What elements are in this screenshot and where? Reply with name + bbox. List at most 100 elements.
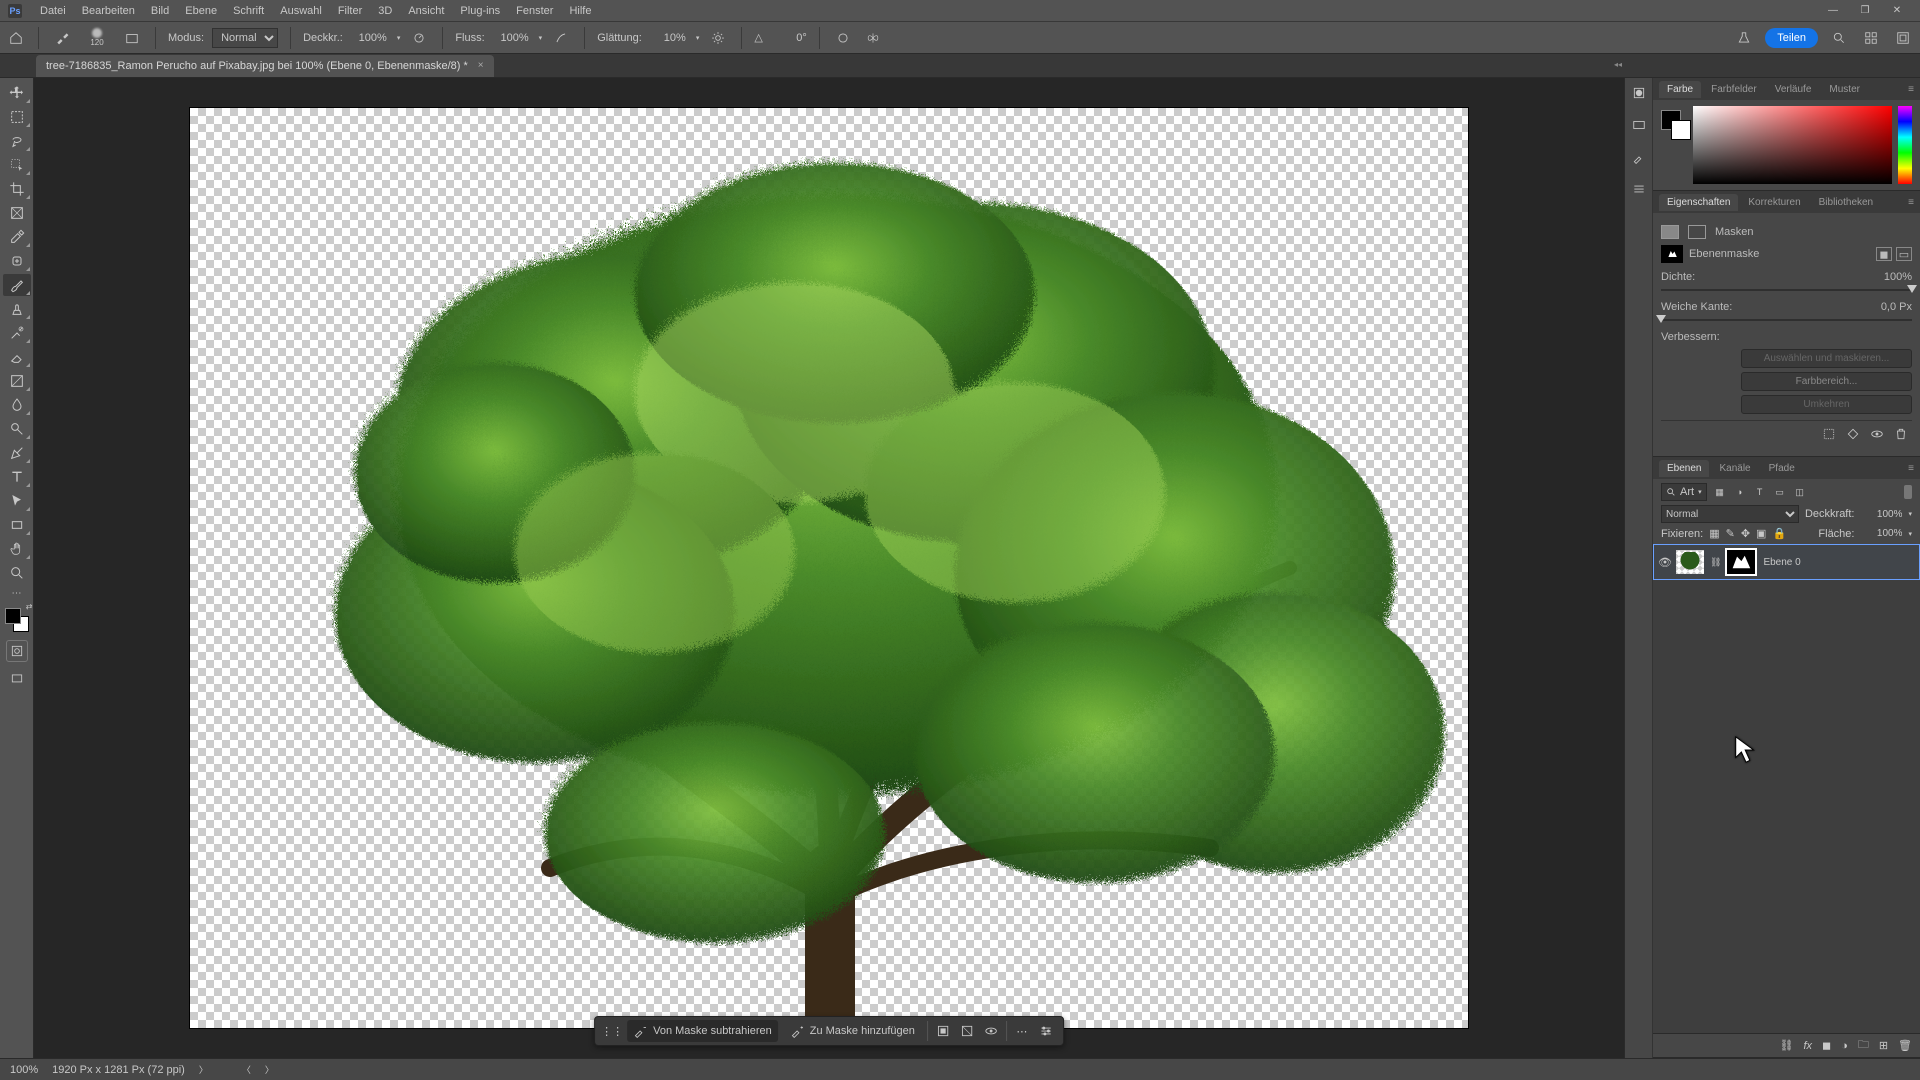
tab-kanaele[interactable]: Kanäle — [1711, 460, 1758, 477]
foreground-color-swatch[interactable] — [5, 608, 21, 624]
select-and-mask-button[interactable]: Auswählen und maskieren... — [1741, 349, 1912, 368]
opacity-pressure-button[interactable] — [408, 27, 430, 49]
mask-invert-button[interactable] — [958, 1022, 976, 1040]
tab-pfade[interactable]: Pfade — [1761, 460, 1803, 477]
grip-icon[interactable]: ⋮⋮ — [603, 1022, 621, 1040]
vector-mask-icon[interactable] — [1688, 225, 1706, 239]
apply-mask-icon[interactable] — [1846, 427, 1860, 444]
blur-tool[interactable] — [3, 394, 31, 416]
menu-bearbeiten[interactable]: Bearbeiten — [74, 5, 143, 17]
filter-adjustment-icon[interactable]: ◑ — [1733, 485, 1747, 499]
tab-muster[interactable]: Muster — [1821, 81, 1868, 98]
layer-filter-toggle[interactable] — [1904, 485, 1912, 499]
menu-hilfe[interactable]: Hilfe — [561, 5, 599, 17]
size-pressure-button[interactable] — [832, 27, 854, 49]
mask-overlay-toggle[interactable] — [934, 1022, 952, 1040]
menu-plugins[interactable]: Plug-ins — [452, 5, 508, 17]
symmetry-button[interactable] — [862, 27, 884, 49]
invert-button[interactable]: Umkehren — [1741, 395, 1912, 414]
dock-icon-2[interactable] — [1630, 116, 1648, 134]
filter-pixel-icon[interactable]: ▦ — [1713, 485, 1727, 499]
color-fg-bg-swatches[interactable] — [1661, 106, 1687, 184]
toolbar-settings-button[interactable] — [1037, 1022, 1055, 1040]
opacity-value[interactable]: 100% — [351, 32, 387, 44]
dock-icon-1[interactable] — [1630, 84, 1648, 102]
filter-type-icon[interactable]: T — [1753, 485, 1767, 499]
density-value[interactable]: 100% — [1884, 271, 1912, 283]
quick-mask-toggle[interactable] — [6, 640, 28, 662]
link-layers-icon[interactable]: ⛓ — [1779, 1039, 1793, 1052]
share-button[interactable]: Teilen — [1765, 28, 1818, 48]
quick-selection-tool[interactable] — [3, 154, 31, 176]
new-group-icon[interactable]: 🗀 — [1858, 1036, 1869, 1055]
move-tool[interactable] — [3, 82, 31, 104]
path-selection-tool[interactable] — [3, 490, 31, 512]
window-close-button[interactable]: ✕ — [1882, 2, 1912, 20]
zoom-tool[interactable] — [3, 562, 31, 584]
pixel-mask-icon[interactable] — [1661, 225, 1679, 239]
document-tab[interactable]: tree-7186835_Ramon Perucho auf Pixabay.j… — [36, 55, 494, 77]
lock-transparency-icon[interactable]: ▦ — [1709, 527, 1719, 540]
filter-smart-icon[interactable]: ◫ — [1793, 485, 1807, 499]
foreground-background-colors[interactable]: ⇄ — [5, 608, 29, 632]
frame-tool[interactable] — [3, 202, 31, 224]
smoothing-options-button[interactable] — [707, 27, 729, 49]
dock-icon-4[interactable] — [1630, 180, 1648, 198]
gradient-tool[interactable] — [3, 370, 31, 392]
add-pixel-mask-button[interactable]: ◼ — [1876, 247, 1892, 261]
layer-thumbnail[interactable] — [1676, 550, 1704, 574]
edit-toolbar-button[interactable]: ⋯ — [3, 586, 31, 600]
disable-mask-icon[interactable] — [1870, 427, 1884, 444]
search-button[interactable] — [1828, 27, 1850, 49]
pen-tool[interactable] — [3, 442, 31, 464]
menu-bild[interactable]: Bild — [143, 5, 177, 17]
rectangle-tool[interactable] — [3, 514, 31, 536]
tab-korrekturen[interactable]: Korrekturen — [1740, 194, 1808, 211]
layer-opacity-value[interactable] — [1860, 509, 1902, 520]
more-options-button[interactable]: ⋯ — [1013, 1022, 1031, 1040]
layer-fx-icon[interactable]: fx — [1803, 1040, 1812, 1052]
document-info[interactable]: 1920 Px x 1281 Px (72 ppi) — [52, 1064, 185, 1076]
feather-value[interactable]: 0,0 Px — [1881, 301, 1912, 313]
panel-menu-button[interactable]: ≡ — [1908, 84, 1914, 95]
tab-farbe[interactable]: Farbe — [1659, 81, 1701, 98]
fill-value[interactable] — [1860, 528, 1902, 539]
menu-fenster[interactable]: Fenster — [508, 5, 561, 17]
crop-tool[interactable] — [3, 178, 31, 200]
arrange-documents-button[interactable] — [1860, 27, 1882, 49]
new-layer-icon[interactable]: ⊞ — [1879, 1039, 1888, 1052]
workspace-switcher-button[interactable] — [1892, 27, 1914, 49]
menu-filter[interactable]: Filter — [330, 5, 370, 17]
tab-close-button[interactable]: × — [478, 60, 484, 71]
layer-name[interactable]: Ebene 0 — [1763, 557, 1800, 568]
tab-verlaeufe[interactable]: Verläufe — [1767, 81, 1820, 98]
lock-all-icon[interactable]: 🔒 — [1772, 527, 1786, 540]
add-vector-mask-button[interactable]: ▭ — [1896, 247, 1912, 261]
screen-mode-button[interactable] — [3, 670, 31, 688]
layer-row-ebene-0[interactable]: 👁 ⛓ Ebene 0 — [1653, 544, 1920, 580]
color-range-button[interactable]: Farbbereich... — [1741, 372, 1912, 391]
dock-icon-3[interactable] — [1630, 148, 1648, 166]
tool-preset-picker[interactable] — [51, 27, 73, 49]
layer-mask-link-icon[interactable]: ⛓ — [1708, 557, 1723, 568]
menu-auswahl[interactable]: Auswahl — [272, 5, 330, 17]
menu-datei[interactable]: Datei — [32, 5, 74, 17]
add-to-mask-button[interactable]: Zu Maske hinzufügen — [784, 1020, 921, 1042]
add-mask-icon[interactable]: ◼ — [1822, 1039, 1831, 1052]
smoothing-value[interactable]: 10% — [650, 32, 686, 44]
subtract-from-mask-button[interactable]: Von Maske subtrahieren — [627, 1020, 778, 1042]
type-tool[interactable] — [3, 466, 31, 488]
tab-eigenschaften[interactable]: Eigenschaften — [1659, 194, 1738, 211]
document-canvas[interactable] — [190, 108, 1468, 1028]
hand-tool[interactable] — [3, 538, 31, 560]
feather-slider[interactable] — [1661, 319, 1912, 321]
dodge-tool[interactable] — [3, 418, 31, 440]
menu-ansicht[interactable]: Ansicht — [400, 5, 452, 17]
history-brush-tool[interactable] — [3, 322, 31, 344]
blend-mode-select[interactable]: Normal — [212, 28, 278, 48]
brush-preset-picker[interactable]: 120 — [81, 25, 113, 51]
layer-mask-thumbnail[interactable] — [1727, 550, 1755, 574]
saturation-brightness-field[interactable] — [1693, 106, 1892, 184]
panel-bg-swatch[interactable] — [1671, 120, 1691, 140]
mask-preview-toggle[interactable] — [982, 1022, 1000, 1040]
